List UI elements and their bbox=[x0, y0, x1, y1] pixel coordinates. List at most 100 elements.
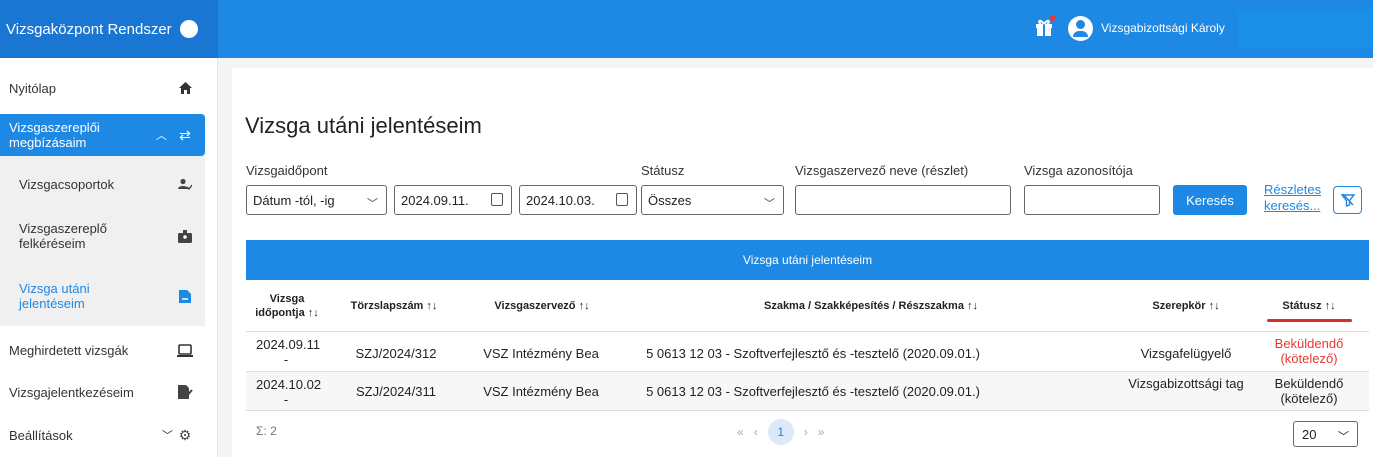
col-header-label: Szerepkör bbox=[1152, 300, 1206, 312]
cell-role: Vizsgafelügyelő bbox=[1140, 346, 1232, 361]
cell-prof: 5 0613 12 03 - Szoftverfejlesztő és -tes… bbox=[646, 346, 980, 361]
cell-role: Vizsgabizottsági tag bbox=[1128, 376, 1244, 391]
date-from-input[interactable]: 2024.09.11. bbox=[394, 185, 512, 215]
sidebar-item-announced-exams[interactable]: Meghirdetett vizsgák bbox=[0, 336, 205, 364]
col-header-org[interactable]: Vizsgaszervező ↑↓ bbox=[486, 299, 598, 313]
exam-id-label: Vizsga azonosítója bbox=[1024, 163, 1133, 178]
sort-icon: ↑↓ bbox=[578, 300, 590, 312]
sidebar-item-requests[interactable]: Vizsgaszereplő felkéréseim bbox=[0, 216, 205, 256]
col-header-label: Vizsgaszervező bbox=[494, 300, 576, 312]
col-header-label: Törzslapszám bbox=[350, 300, 424, 312]
sidebar-item-label: Vizsgacsoportok bbox=[19, 176, 115, 192]
col-header-label: Vizsga időpontja bbox=[255, 293, 305, 319]
sort-icon: ↑↓ bbox=[426, 300, 438, 312]
cell-reg: SZJ/2024/311 bbox=[356, 384, 436, 399]
app-brand[interactable]: Vizsgaközpont Rendszer bbox=[0, 0, 218, 58]
sidebar-item-settings[interactable]: Beállítások ﹀ ⚙ bbox=[0, 421, 205, 449]
table-title-bar: Vizsga utáni jelentéseim bbox=[246, 240, 1369, 280]
table-row[interactable]: 2024.10.02- SZJ/2024/311 VSZ Intézmény B… bbox=[246, 371, 1369, 410]
app-title: Vizsgaközpont Rendszer bbox=[6, 20, 172, 38]
date-mode-value: Dátum -tól, -ig bbox=[253, 192, 335, 208]
sort-icon: ↑↓ bbox=[1324, 300, 1336, 312]
date-label: Vizsgaidőpont bbox=[246, 163, 328, 178]
home-icon bbox=[177, 80, 193, 96]
col-header-role[interactable]: Szerepkör ↑↓ bbox=[1146, 299, 1226, 313]
status-select[interactable]: Összes ﹀ bbox=[641, 185, 784, 215]
col-header-status[interactable]: Státusz ↑↓ bbox=[1264, 299, 1354, 313]
cell-date-dash: - bbox=[283, 392, 289, 407]
next-page-icon[interactable]: › bbox=[804, 425, 808, 439]
chevron-down-icon: ﹀ bbox=[367, 198, 378, 210]
cell-date: 2024.09.11 bbox=[256, 337, 321, 352]
sidebar-item-assignments[interactable]: Vizsgaszereplői megbízásaim ︿ ⇄ bbox=[0, 114, 205, 156]
search-button[interactable]: Keresés bbox=[1173, 185, 1247, 215]
page-title: Vizsga utáni jelentéseim bbox=[245, 113, 482, 138]
page-button[interactable]: 1 bbox=[767, 419, 794, 445]
cell-org: VSZ Intézmény Bea bbox=[483, 384, 599, 399]
user-menu-area[interactable] bbox=[1238, 10, 1373, 48]
exam-id-input[interactable] bbox=[1024, 185, 1160, 215]
clear-filter-icon[interactable] bbox=[1333, 186, 1362, 214]
chevron-up-icon: ︿ bbox=[156, 130, 167, 142]
assignment-icon: ⇄ bbox=[179, 126, 191, 143]
user-avatar-icon[interactable] bbox=[1068, 16, 1093, 41]
col-header-date[interactable]: Vizsga időpontja ↑↓ bbox=[252, 292, 322, 320]
cell-date-dash: - bbox=[283, 352, 289, 367]
document-icon bbox=[177, 288, 193, 304]
sidebar-item-label: Nyitólap bbox=[9, 80, 56, 96]
gift-icon[interactable] bbox=[1034, 15, 1056, 37]
first-page-icon[interactable]: « bbox=[737, 425, 744, 439]
cell-date: 2024.10.02 bbox=[256, 377, 322, 392]
chevron-down-icon: ﹀ bbox=[764, 198, 775, 210]
sidebar-item-label: Vizsgajelentkezéseim bbox=[9, 384, 134, 400]
date-mode-select[interactable]: Dátum -tól, -ig ﹀ bbox=[246, 185, 387, 215]
sort-icon: ↑↓ bbox=[307, 307, 319, 319]
notification-dot bbox=[1050, 15, 1056, 21]
user-name[interactable]: Vizsgabizottsági Károly bbox=[1101, 21, 1225, 35]
sidebar-item-label: Beállítások bbox=[9, 427, 73, 443]
col-header-prof[interactable]: Szakma / Szakképesítés / Részszakma ↑↓ bbox=[746, 299, 996, 313]
page-size-value: 20 bbox=[1302, 426, 1317, 442]
col-header-label: Szakma / Szakképesítés / Részszakma bbox=[763, 300, 964, 312]
status-dot-icon bbox=[179, 20, 198, 38]
sidebar-item-home[interactable]: Nyitólap bbox=[0, 74, 205, 102]
sidebar-item-label: Meghirdetett vizsgák bbox=[9, 342, 129, 358]
status-label: Státusz bbox=[641, 163, 685, 178]
cell-reg: SZJ/2024/312 bbox=[355, 346, 437, 361]
cell-org: VSZ Intézmény Bea bbox=[483, 346, 599, 361]
organizer-label: Vizsgaszervező neve (részlet) bbox=[795, 163, 969, 178]
status-value: Összes bbox=[648, 192, 692, 208]
sidebar-item-label: Vizsgaszereplői megbízásaim bbox=[9, 120, 100, 150]
sidebar-item-label: Vizsgaszereplő felkéréseim bbox=[19, 221, 107, 251]
calendar-icon[interactable] bbox=[616, 193, 628, 206]
cell-status: Beküldendő (kötelező) bbox=[1274, 336, 1344, 366]
sidebar-item-exam-groups[interactable]: Vizsgacsoportok bbox=[0, 170, 205, 198]
col-header-label: Státusz bbox=[1282, 300, 1322, 312]
chevron-down-icon: ﹀ bbox=[162, 430, 173, 442]
gear-icon: ⚙ bbox=[178, 426, 192, 443]
date-from-value: 2024.09.11. bbox=[401, 192, 469, 208]
sidebar: Nyitólap Vizsgaszereplői megbízásaim ︿ ⇄ V… bbox=[0, 58, 218, 457]
page-size-select[interactable]: 20 ﹀ bbox=[1293, 421, 1358, 447]
col-header-reg[interactable]: Törzslapszám ↑↓ bbox=[344, 299, 444, 313]
laptop-icon bbox=[177, 342, 193, 358]
row-count: Σ: 2 bbox=[256, 424, 277, 438]
last-page-icon[interactable]: » bbox=[818, 425, 825, 439]
sidebar-item-label: Vizsga utáni jelentéseim bbox=[19, 281, 90, 311]
status-underline-annotation bbox=[1267, 319, 1352, 322]
group-icon bbox=[177, 176, 193, 192]
sort-icon: ↑↓ bbox=[967, 300, 979, 312]
date-to-value: 2024.10.03. bbox=[526, 192, 595, 208]
calendar-icon[interactable] bbox=[491, 193, 503, 206]
sidebar-item-reports[interactable]: Vizsga utáni jelentéseim bbox=[0, 276, 205, 316]
advanced-search-link[interactable]: Részletes keresés... bbox=[1264, 182, 1324, 214]
top-bar: Vizsgaközpont Rendszer Vizsgabizottsági … bbox=[0, 0, 1373, 58]
prev-page-icon[interactable]: ‹ bbox=[754, 425, 758, 439]
edit-doc-icon bbox=[177, 384, 193, 400]
chevron-down-icon: ﹀ bbox=[1338, 431, 1349, 443]
organizer-input[interactable] bbox=[795, 185, 1011, 215]
pagination: « ‹ 1 › » bbox=[737, 419, 824, 445]
date-to-input[interactable]: 2024.10.03. bbox=[519, 185, 637, 215]
sidebar-item-registrations[interactable]: Vizsgajelentkezéseim bbox=[0, 378, 205, 406]
table-row[interactable]: 2024.09.11- SZJ/2024/312 VSZ Intézmény B… bbox=[246, 331, 1369, 371]
